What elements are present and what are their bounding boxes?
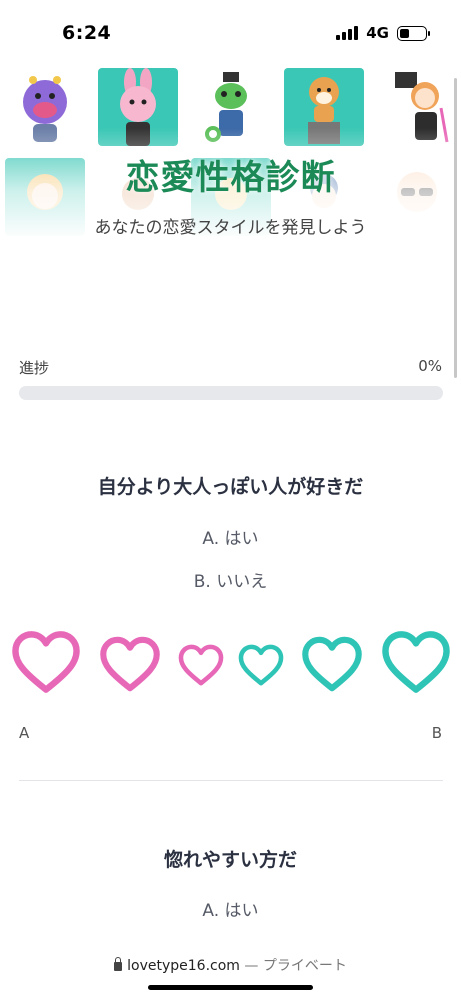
- heart-scale-option-6[interactable]: [381, 630, 451, 694]
- page-subtitle: あなたの恋愛スタイルを発見しよう: [94, 218, 367, 238]
- heart-scale-option-2[interactable]: [99, 636, 161, 692]
- cellular-signal-icon: [336, 26, 359, 40]
- page-title: 恋愛性格診断: [125, 158, 336, 198]
- heart-scale-option-3[interactable]: [178, 644, 224, 686]
- progress-bar: [19, 386, 443, 400]
- heart-scale-option-5[interactable]: [301, 636, 363, 692]
- network-type: 4G: [366, 24, 389, 42]
- answer-scale: [0, 630, 461, 700]
- battery-icon: [397, 25, 430, 41]
- option-a-label: A. はい: [202, 901, 259, 921]
- option-b-label: B. いいえ: [193, 572, 268, 592]
- status-bar: 6:24 4G: [0, 0, 461, 68]
- scale-label-b: B: [431, 724, 442, 742]
- status-icons: 4G: [336, 24, 430, 42]
- private-mode-label: — プライベート: [239, 958, 347, 974]
- progress-percent: 0%: [418, 357, 442, 375]
- heart-scale-option-1[interactable]: [11, 630, 81, 694]
- heart-scale-option-4[interactable]: [238, 644, 284, 686]
- lock-icon: [114, 957, 123, 971]
- option-a-label: A. はい: [202, 529, 259, 549]
- question-text: 惚れやすい方だ: [163, 849, 297, 871]
- question-divider: [19, 780, 443, 781]
- status-time: 6:24: [62, 22, 112, 44]
- url-domain: lovetype16.com: [127, 958, 240, 974]
- browser-address-bar[interactable]: lovetype16.com — プライベート: [0, 945, 461, 1000]
- progress-label: 進捗: [19, 359, 50, 377]
- scrollbar[interactable]: [454, 78, 457, 378]
- home-indicator[interactable]: [148, 985, 313, 990]
- url-display[interactable]: lovetype16.com — プライベート: [0, 955, 461, 975]
- scale-label-a: A: [19, 724, 30, 742]
- question-text: 自分より大人っぽい人が好きだ: [97, 476, 364, 498]
